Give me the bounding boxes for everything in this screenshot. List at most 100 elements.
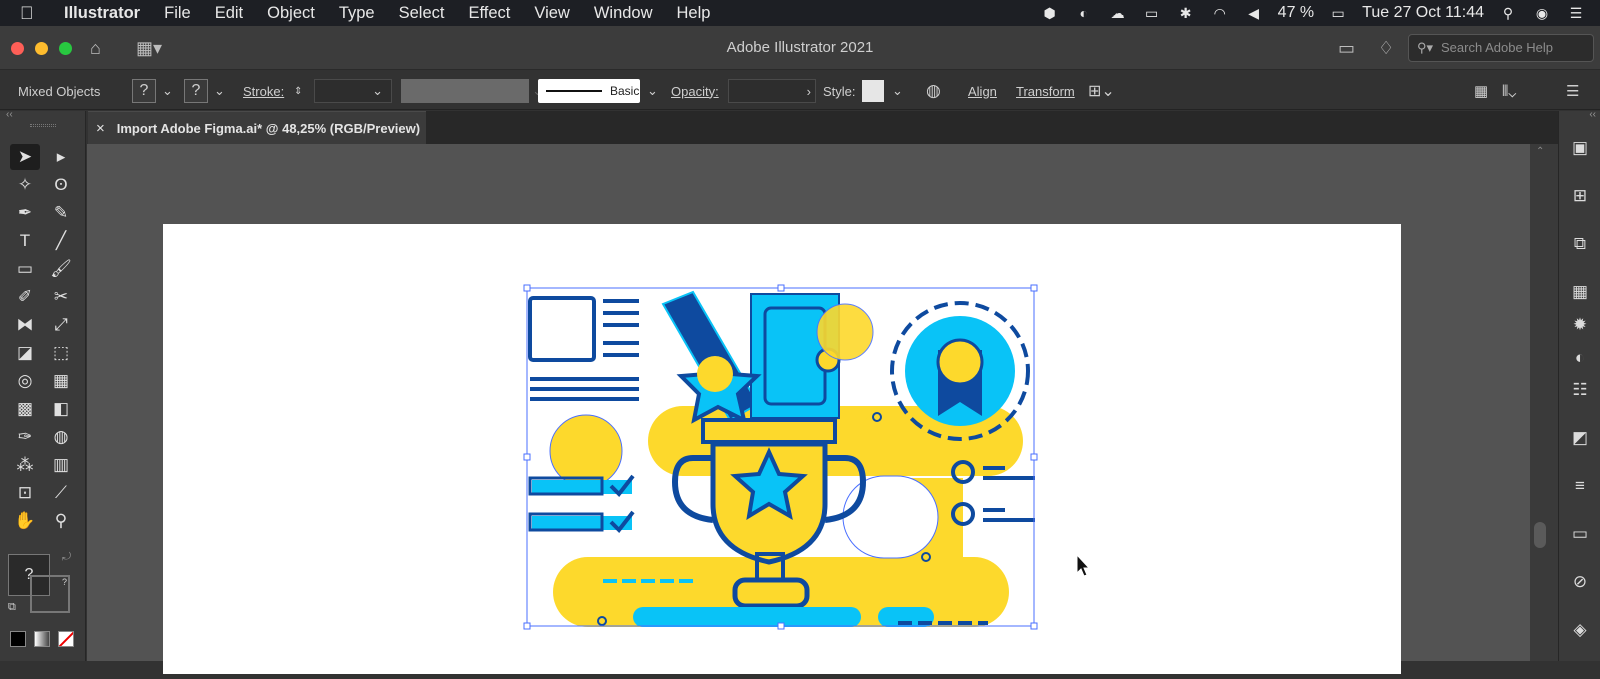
chevron-right-icon[interactable]: › — [807, 84, 811, 99]
curvature-tool[interactable]: ✎ — [46, 200, 76, 226]
reflect-tool[interactable]: ⧓ — [10, 312, 40, 338]
free-transform-tool[interactable]: ⬚ — [46, 340, 76, 366]
menu-type[interactable]: Type — [327, 4, 387, 23]
mesh-tool[interactable]: ▩ — [10, 396, 40, 422]
menu-app-illustrator[interactable]: Illustrator — [52, 4, 152, 23]
creative-cloud-sync-icon[interactable]: ◐ — [1074, 4, 1094, 22]
volume-icon[interactable]: ◀ — [1244, 4, 1264, 22]
stroke-stepper-icon[interactable]: ⇕ — [294, 79, 302, 103]
chevron-down-icon[interactable]: ⌄ — [647, 79, 658, 103]
slice-tool[interactable]: ⟋ — [46, 480, 76, 506]
menu-effect[interactable]: Effect — [456, 4, 522, 23]
blend-tool[interactable]: ◍ — [46, 424, 76, 450]
dropbox-icon[interactable]: ⬢ — [1040, 4, 1060, 22]
brush-definition[interactable]: Basic — [538, 79, 640, 103]
align-distribute-icon[interactable]: ⫴⌄ — [1502, 79, 1516, 103]
width-tool[interactable]: ◪ — [10, 340, 40, 366]
apple-menu-icon[interactable]:  — [20, 3, 52, 24]
artboards-icon[interactable]: ⊞ — [1569, 185, 1591, 207]
illustration-artwork[interactable] — [163, 224, 1401, 674]
battery-icon[interactable]: ▭ — [1328, 4, 1348, 22]
artboard-tool[interactable]: ⊡ — [10, 480, 40, 506]
arrange-panel-icon[interactable]: ▦ — [1474, 79, 1488, 103]
discover-lightbulb-icon[interactable]: ♢ — [1378, 36, 1394, 60]
column-graph-tool[interactable]: ▥ — [46, 452, 76, 478]
perspective-grid-tool[interactable]: ▦ — [46, 368, 76, 394]
properties-icon[interactable]: ☷ — [1569, 379, 1591, 401]
chevron-down-icon[interactable]: ⌄ — [214, 83, 225, 99]
panel-grip[interactable] — [30, 124, 56, 127]
opacity-label[interactable]: Opacity: — [671, 79, 719, 103]
brushes-icon[interactable]: ✹ — [1569, 314, 1591, 336]
scale-tool[interactable]: ⤢ — [46, 312, 76, 338]
default-fill-stroke-icon[interactable]: ⧉ — [8, 601, 16, 614]
zoom-tool[interactable]: ⚲ — [46, 508, 76, 534]
lasso-tool[interactable]: ʘ — [46, 172, 76, 198]
rectangle-tool[interactable]: ▭ — [10, 256, 40, 282]
chevron-down-icon[interactable]: ⌄ — [892, 83, 903, 99]
libraries-icon[interactable]: ▣ — [1569, 137, 1591, 159]
align-panel-link[interactable]: Align — [968, 79, 997, 103]
opacity-field[interactable]: › — [728, 79, 816, 103]
wifi-icon[interactable]: ◠ — [1210, 4, 1230, 22]
swatches-icon[interactable]: ▦ — [1569, 281, 1591, 303]
appearance-icon[interactable]: ⊘ — [1569, 571, 1591, 593]
symbols-icon[interactable]: ◐ — [1569, 347, 1591, 369]
siri-icon[interactable]: ◉ — [1532, 4, 1552, 22]
scroll-thumb[interactable] — [1534, 522, 1546, 548]
menu-select[interactable]: Select — [387, 4, 457, 23]
close-tab-icon[interactable]: × — [96, 120, 105, 137]
hand-tool[interactable]: ✋ — [10, 508, 40, 534]
menubar-clock[interactable]: Tue 27 Oct 11:44 — [1362, 4, 1484, 22]
selection-tool[interactable]: ➤ — [10, 144, 40, 170]
document-tab[interactable]: × Import Adobe Figma.ai* @ 48,25% (RGB/P… — [88, 111, 426, 144]
shaper-tool[interactable]: ✐ — [10, 284, 40, 310]
color-mode-button[interactable] — [10, 631, 26, 647]
line-segment-tool[interactable]: ╱ — [46, 228, 76, 254]
graphic-style-swatch[interactable]: ⌄ — [862, 79, 903, 103]
expand-panels-icon[interactable]: ‹‹ — [1589, 109, 1596, 120]
chevron-down-icon[interactable]: ⌄ — [372, 83, 383, 99]
color-guide-icon[interactable]: ◩ — [1569, 427, 1591, 449]
transform-panel-link[interactable]: Transform — [1016, 79, 1075, 103]
magic-wand-tool[interactable]: ✧ — [10, 172, 40, 198]
isolate-selected-icon[interactable]: ⊞⌄ — [1088, 79, 1115, 103]
pen-tool[interactable]: ✒ — [10, 200, 40, 226]
chevron-down-icon[interactable]: ⌄ — [162, 83, 173, 99]
panel-toggle-icon[interactable]: ▭ — [1338, 36, 1355, 60]
eyedropper-tool[interactable]: ✑ — [10, 424, 40, 450]
type-tool[interactable]: T — [10, 228, 40, 254]
none-mode-button[interactable] — [58, 631, 74, 647]
layers-icon[interactable]: ◈ — [1569, 619, 1591, 641]
symbol-sprayer-tool[interactable]: ⁂ — [10, 452, 40, 478]
artboard[interactable] — [163, 224, 1401, 674]
control-bar-menu-icon[interactable]: ☰ — [1566, 79, 1579, 103]
direct-selection-tool[interactable]: ▸ — [46, 144, 76, 170]
stroke-weight-field[interactable]: ⌄ — [314, 79, 392, 103]
variable-width-profile[interactable]: ⌄ — [401, 79, 543, 103]
canvas[interactable] — [87, 144, 1530, 674]
stroke-label[interactable]: Stroke: — [243, 79, 284, 103]
stroke-swatch[interactable]: ? ⌄ — [184, 79, 225, 103]
bluetooth-icon[interactable]: ✱ — [1176, 4, 1196, 22]
stroke-icon[interactable]: ≡ — [1569, 475, 1591, 497]
search-adobe-help-input[interactable]: ⚲▾ Search Adobe Help — [1408, 34, 1594, 62]
vertical-scrollbar[interactable]: ⌃ — [1530, 144, 1558, 661]
scroll-up-icon[interactable]: ⌃ — [1536, 146, 1544, 157]
control-center-icon[interactable]: ☰ — [1566, 4, 1586, 22]
collapse-panel-icon[interactable]: ‹‹ — [6, 109, 13, 120]
menu-edit[interactable]: Edit — [203, 4, 255, 23]
menu-file[interactable]: File — [152, 4, 203, 23]
swap-fill-stroke-icon[interactable]: ⤾ — [62, 551, 71, 564]
airplay-icon[interactable]: ▭ — [1142, 4, 1162, 22]
recolor-artwork-icon[interactable]: ◍ — [926, 79, 941, 103]
shape-builder-tool[interactable]: ◎ — [10, 368, 40, 394]
gradient-icon[interactable]: ▭ — [1569, 523, 1591, 545]
menu-object[interactable]: Object — [255, 4, 327, 23]
transform-panel-icon[interactable]: ⧉ — [1569, 233, 1591, 255]
menu-view[interactable]: View — [522, 4, 581, 23]
menu-window[interactable]: Window — [582, 4, 665, 23]
gradient-tool[interactable]: ◧ — [46, 396, 76, 422]
paintbrush-tool[interactable]: 🖌 — [46, 256, 76, 282]
scissors-tool[interactable]: ✂ — [46, 284, 76, 310]
